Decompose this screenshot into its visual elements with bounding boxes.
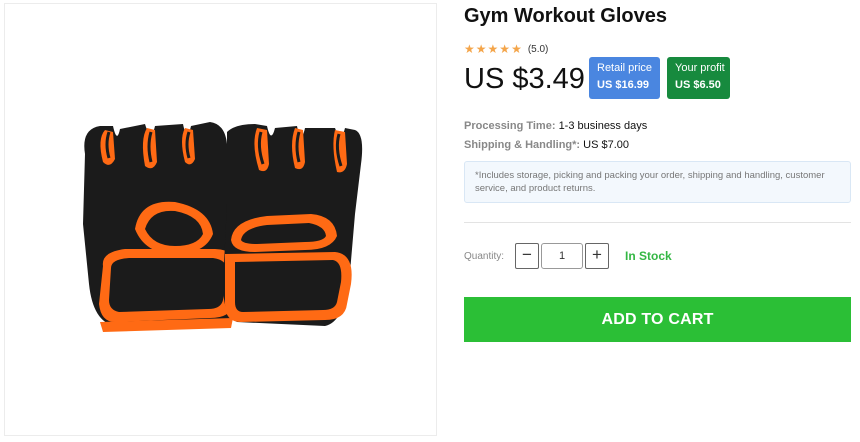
retail-price-badge: Retail price US $16.99 (589, 57, 660, 99)
star-icon: ★ (464, 42, 475, 56)
quantity-label: Quantity: (464, 250, 505, 262)
processing-time: Processing Time: 1-3 business days (464, 120, 647, 132)
product-rating: ★ ★ ★ ★ ★ (5.0) (464, 43, 548, 55)
star-icon: ★ (487, 42, 499, 56)
quantity-increase-button[interactable]: + (585, 243, 609, 269)
profit-value: US $6.50 (675, 79, 721, 91)
processing-time-label: Processing Time: (464, 120, 556, 132)
gym-gloves-image (83, 122, 363, 332)
left-glove (83, 122, 242, 332)
shipping-note: *Includes storage, picking and packing y… (464, 161, 851, 203)
quantity-decrease-button[interactable]: − (515, 243, 539, 269)
rating-value: (5.0) (527, 43, 549, 55)
shipping-label: Shipping & Handling*: (464, 139, 581, 151)
retail-price-label: Retail price (597, 62, 653, 74)
stock-status: In Stock (625, 249, 672, 263)
processing-time-value: 1-3 business days (558, 120, 648, 132)
product-image-panel[interactable] (4, 3, 437, 436)
profit-label: Your profit (675, 62, 725, 74)
shipping-value: US $7.00 (583, 139, 630, 151)
right-glove (223, 124, 363, 326)
star-icon: ★ (475, 42, 487, 56)
quantity-input[interactable]: 1 (541, 243, 583, 269)
product-title: Gym Workout Gloves (464, 5, 668, 27)
retail-price-value: US $16.99 (597, 79, 649, 91)
star-icon: ★ (499, 42, 511, 56)
product-price: US $3.49 (464, 63, 585, 95)
divider (464, 222, 851, 223)
star-icon: ★ (511, 42, 522, 56)
rating-stars: ★ ★ ★ ★ ★ (464, 43, 522, 55)
profit-badge: Your profit US $6.50 (667, 57, 730, 99)
add-to-cart-button[interactable]: ADD TO CART (464, 297, 851, 342)
quantity-selector: Quantity: − 1 + In Stock (464, 243, 672, 269)
shipping-handling: Shipping & Handling*: US $7.00 (464, 139, 629, 151)
